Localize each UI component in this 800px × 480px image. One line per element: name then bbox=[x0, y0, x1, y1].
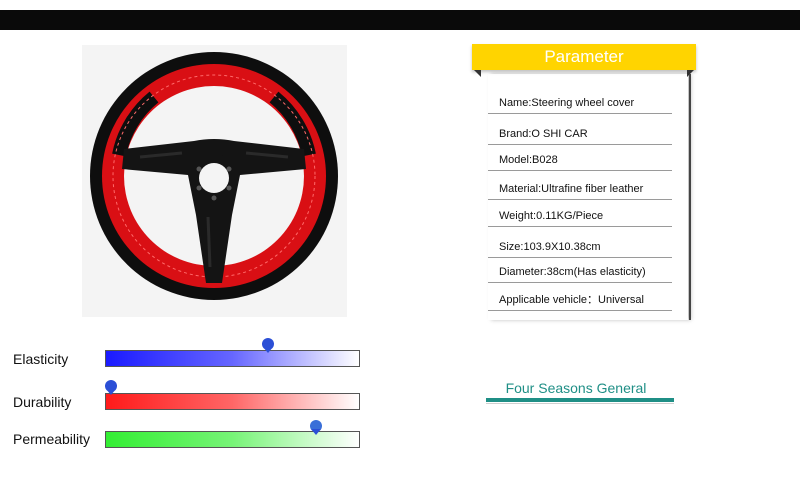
meter-label-elasticity: Elasticity bbox=[13, 351, 69, 367]
meter-label-durability: Durability bbox=[13, 394, 72, 410]
param-model: Model:B028 bbox=[488, 145, 672, 171]
badge-text: Four Seasons General bbox=[505, 380, 647, 396]
param-material: Material:Ultrafine fiber leather bbox=[488, 174, 672, 200]
meter-fill bbox=[106, 432, 359, 447]
param-weight: Weight:0.11KG/Piece bbox=[488, 201, 672, 227]
top-bar bbox=[0, 10, 800, 30]
meter-elasticity bbox=[105, 338, 360, 367]
meter-label-permeability: Permeability bbox=[13, 431, 91, 447]
four-seasons-badge: Four Seasons General bbox=[480, 374, 680, 414]
parameter-list: Name:Steering wheel cover Brand:O SHI CA… bbox=[488, 74, 691, 320]
meter-fill bbox=[106, 351, 359, 366]
param-diameter: Diameter:38cm(Has elasticity) bbox=[488, 257, 672, 283]
panel-edge bbox=[689, 74, 691, 320]
param-vehicle: Applicable vehicle：Universal bbox=[488, 285, 672, 311]
badge-underline bbox=[486, 398, 674, 402]
badge-shadow bbox=[486, 403, 674, 404]
param-name: Name:Steering wheel cover bbox=[488, 88, 672, 114]
product-image bbox=[82, 45, 347, 317]
parameter-title: Parameter bbox=[472, 44, 696, 70]
param-size: Size:103.9X10.38cm bbox=[488, 232, 672, 258]
parameter-panel: Parameter Name:Steering wheel cover Bran… bbox=[470, 44, 698, 320]
param-brand: Brand:O SHI CAR bbox=[488, 119, 672, 145]
meter-durability bbox=[105, 380, 360, 410]
steering-wheel-icon bbox=[90, 52, 338, 300]
meter-permeability bbox=[105, 420, 360, 448]
meter-fill bbox=[106, 394, 359, 409]
ribbon-fold-left bbox=[474, 70, 481, 77]
